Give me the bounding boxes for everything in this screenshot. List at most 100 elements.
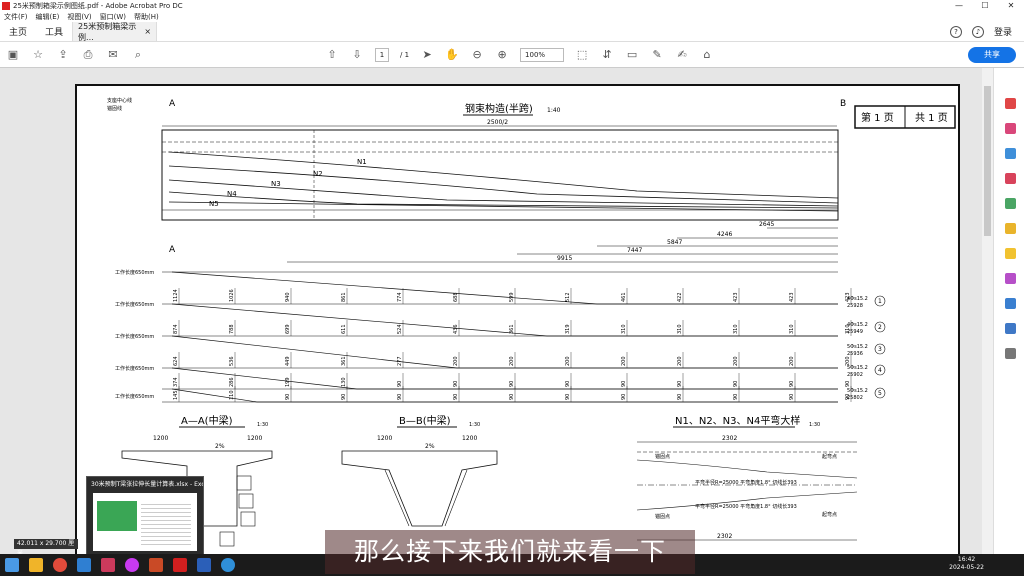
tendon-n2-label: N2 <box>313 170 323 178</box>
vertical-scrollbar[interactable] <box>982 68 993 554</box>
section-a-marker-bottom: A <box>169 245 176 255</box>
zoom-in-icon[interactable]: ⊕ <box>495 48 509 62</box>
recorder-icon[interactable] <box>125 558 139 572</box>
window-title: 25米预制箱梁示例图纸.pdf - Adobe Acrobat Pro DC <box>13 2 183 10</box>
comment-icon[interactable]: ▭ <box>625 48 639 62</box>
row-value: 536 <box>229 356 235 366</box>
prev-page-icon[interactable]: ⇧ <box>325 48 339 62</box>
shield-icon[interactable] <box>1005 323 1016 334</box>
chrome-icon[interactable] <box>53 558 67 572</box>
tendon-num-3: 3 <box>878 346 882 353</box>
search-icon[interactable]: ⌕ <box>131 48 145 62</box>
row-value: 199 <box>285 377 291 387</box>
row-value: 90 <box>789 381 795 387</box>
print-icon[interactable]: ⎙ <box>81 48 95 62</box>
row-value: 200 <box>621 356 627 366</box>
row-value: 524 <box>397 324 403 334</box>
clock-date: 2024-05-22 <box>949 564 984 571</box>
row4-label: 工作长度650mm <box>115 365 154 372</box>
scrollbar-thumb[interactable] <box>984 86 991 236</box>
windows-start-icon[interactable] <box>5 558 19 572</box>
tendon-num-5: 5 <box>878 390 882 397</box>
detail-anchor-bottom: 锚固点 <box>655 513 670 520</box>
edit-pdf-icon[interactable] <box>1005 173 1016 184</box>
bookmark-star-icon[interactable]: ☆ <box>31 48 45 62</box>
acrobat-taskbar-icon[interactable] <box>173 558 187 572</box>
tab-home[interactable]: 主页 <box>0 22 36 41</box>
row-value: 200 <box>733 356 739 366</box>
row-value: 90 <box>565 394 571 400</box>
comment-panel-icon[interactable] <box>1005 248 1016 259</box>
tendon-num-1: 1 <box>878 298 882 305</box>
scan-ocr-icon[interactable] <box>1005 273 1016 284</box>
close-button[interactable]: ✕ <box>998 0 1024 12</box>
share-button[interactable]: 共享 <box>968 47 1016 63</box>
organize-pages-icon[interactable] <box>1005 198 1016 209</box>
select-cursor-icon[interactable]: ➤ <box>420 48 434 62</box>
app-icon[interactable] <box>77 558 91 572</box>
row-value: 599 <box>509 292 515 302</box>
menu-bar: 文件(F) 编辑(E) 视图(V) 窗口(W) 帮助(H) <box>0 12 1024 22</box>
maximize-button[interactable]: ☐ <box>972 0 998 12</box>
file-explorer-icon[interactable] <box>29 558 43 572</box>
menu-edit[interactable]: 编辑(E) <box>36 12 60 22</box>
row-value: 90 <box>845 381 851 387</box>
zoom-out-icon[interactable]: ⊖ <box>470 48 484 62</box>
tendon-n3-label: N3 <box>271 180 281 188</box>
page-total: / 1 <box>400 50 410 59</box>
row-value: 90 <box>677 394 683 400</box>
create-pdf-icon[interactable] <box>1005 123 1016 134</box>
stamp-icon[interactable]: ⌂ <box>700 48 714 62</box>
scroll-mode-icon[interactable]: ⇵ <box>600 48 614 62</box>
detail-title: N1、N2、N3、N4平弯大样 <box>675 414 800 427</box>
help-icon[interactable]: ? <box>949 25 962 38</box>
cloud-upload-icon[interactable]: ⇪ <box>56 48 70 62</box>
pdf-page: 第 1 页 共 1 页 钢束构造(半跨) 1:40 2500/2 A A B 支… <box>75 84 960 554</box>
page-size-indicator: 42.011 x 29.700 厘米 <box>14 539 78 557</box>
sign-icon[interactable]: ✍ <box>675 48 689 62</box>
tendon-n1-label: N1 <box>357 158 367 166</box>
row-value: 200 <box>677 356 683 366</box>
tab-document-label: 25米预制箱梁示例... <box>78 21 137 42</box>
bell-icon[interactable]: ♪ <box>971 25 984 38</box>
row-value: 277 <box>397 356 403 366</box>
browser-icon[interactable] <box>221 558 235 572</box>
tab-close-icon[interactable]: × <box>144 27 151 36</box>
next-page-icon[interactable]: ⇩ <box>350 48 364 62</box>
taskbar-preview[interactable]: 30米预制T梁张拉伸长量计算表.xlsx - Excel <box>86 476 204 556</box>
export-pdf-icon[interactable] <box>1005 98 1016 109</box>
protect-icon[interactable] <box>1005 298 1016 309</box>
fill-sign-icon[interactable] <box>1005 223 1016 234</box>
engineering-drawing: 第 1 页 共 1 页 钢束构造(半跨) 1:40 2500/2 A A B 支… <box>107 97 956 547</box>
save-icon[interactable]: ▣ <box>6 48 20 62</box>
media-app-icon[interactable] <box>101 558 115 572</box>
tab-tools[interactable]: 工具 <box>36 22 72 41</box>
row-value: 624 <box>173 356 179 366</box>
tab-document[interactable]: 25米预制箱梁示例... × <box>72 21 158 42</box>
combine-files-icon[interactable] <box>1005 148 1016 159</box>
tendon-length-4: 25902 <box>847 372 863 378</box>
row-value: 861 <box>341 292 347 302</box>
page-number-input[interactable]: 1 <box>375 47 389 62</box>
title-bar: 25米预制箱梁示例图纸.pdf - Adobe Acrobat Pro DC —… <box>0 0 1024 12</box>
zoom-select[interactable]: 100% <box>520 47 565 62</box>
row-value: 374 <box>173 377 179 387</box>
fit-page-icon[interactable]: ⬚ <box>575 48 589 62</box>
powerpoint-icon[interactable] <box>149 558 163 572</box>
menu-file[interactable]: 文件(F) <box>4 12 28 22</box>
bb-width-1200-left: 1200 <box>377 435 392 442</box>
system-clock[interactable]: 16:42 2024-05-22 <box>949 556 984 572</box>
more-tools-icon[interactable] <box>1005 348 1016 359</box>
row-value: 130 <box>341 377 347 387</box>
tendon-spec-5: 5Φs15.2 <box>847 388 868 394</box>
row-value: 90 <box>789 394 795 400</box>
minimize-button[interactable]: — <box>946 0 972 12</box>
highlight-pen-icon[interactable]: ✎ <box>650 48 664 62</box>
row-value: 1026 <box>229 289 235 302</box>
clock-time: 16:42 <box>957 556 976 563</box>
tendon-length-3: 25936 <box>847 351 863 357</box>
login-button[interactable]: 登录 <box>994 25 1012 38</box>
hand-tool-icon[interactable]: ✋ <box>445 48 459 62</box>
email-icon[interactable]: ✉ <box>106 48 120 62</box>
word-icon[interactable] <box>197 558 211 572</box>
